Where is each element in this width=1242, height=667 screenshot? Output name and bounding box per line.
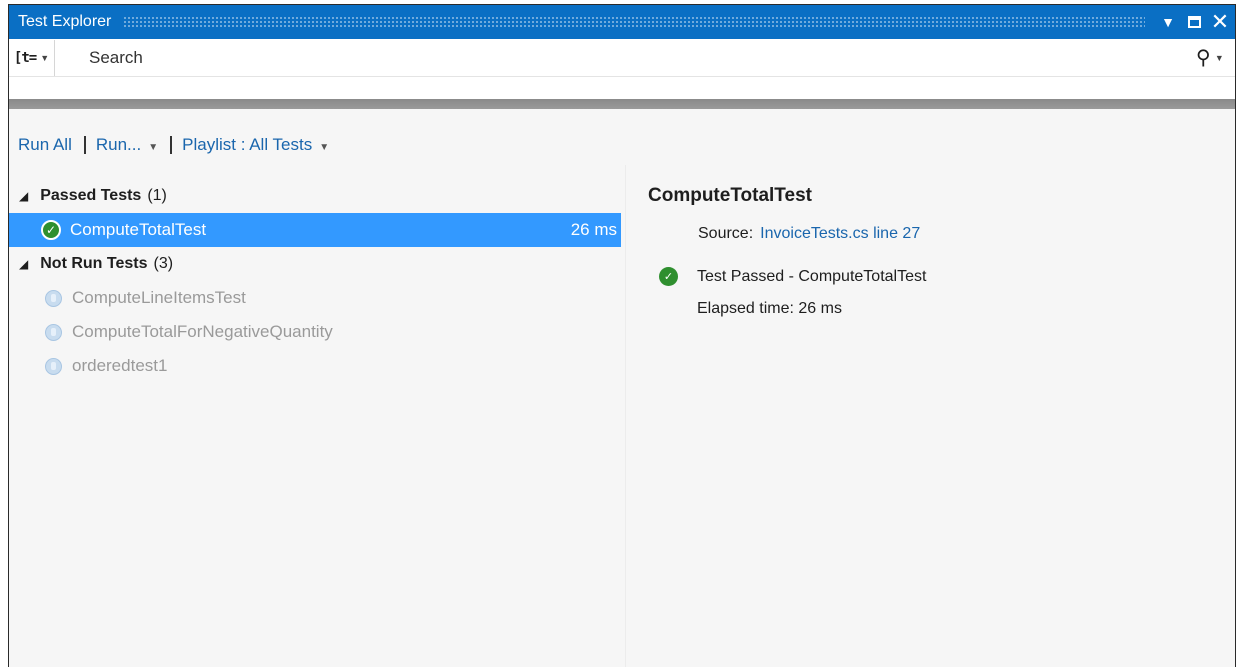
test-item-orderedtest1[interactable]: orderedtest1 <box>9 349 621 383</box>
title-bar[interactable]: Test Explorer ▼ ✕ <box>9 5 1235 39</box>
run-all-link[interactable]: Run All <box>18 135 72 155</box>
group-passed-tests[interactable]: ◢ Passed Tests (1) <box>9 179 621 213</box>
test-name: ComputeLineItemsTest <box>72 288 246 307</box>
content-area: Run All Run... ▼ Playlist : All Tests ▼ ◢ … <box>9 109 1235 667</box>
chevron-down-icon: ▼ <box>40 52 50 63</box>
not-run-test-icon <box>45 357 62 375</box>
playlist-menu[interactable]: Playlist : All Tests ▼ <box>182 135 329 155</box>
source-link[interactable]: InvoiceTests.cs line 27 <box>760 225 920 243</box>
test-name: ComputeTotalTest <box>70 220 207 239</box>
chevron-down-icon: ▼ <box>148 142 159 153</box>
detail-title: ComputeTotalTest <box>648 185 812 206</box>
close-icon[interactable]: ✕ <box>1207 8 1233 36</box>
separator-band <box>9 99 1235 109</box>
search-button[interactable]: ⚲ ▼ <box>1185 40 1235 76</box>
group-not-run-tests[interactable]: ◢ Not Run Tests (3) <box>9 247 621 281</box>
window-title: Test Explorer <box>18 13 112 30</box>
run-menu-label: Run... <box>95 135 142 154</box>
result-text: Test Passed - ComputeTotalTest <box>697 267 927 285</box>
group-label: Not Run Tests <box>40 255 148 272</box>
passed-check-icon: ✓ <box>659 267 678 286</box>
passed-check-icon: ✓ <box>41 220 61 240</box>
result-row: ✓ Test Passed - ComputeTotalTest <box>659 267 1207 286</box>
search-bar: [t= ▼ ⚲ ▼ <box>9 39 1235 77</box>
not-run-test-icon <box>45 323 62 341</box>
test-name: orderedtest1 <box>72 356 168 375</box>
group-count: (1) <box>147 187 167 204</box>
chevron-down-icon: ▼ <box>319 142 330 153</box>
not-run-test-icon <box>45 289 62 307</box>
run-menu[interactable]: Run... ▼ <box>96 135 158 155</box>
title-grip[interactable] <box>123 16 1145 28</box>
group-label: Passed Tests <box>40 187 142 204</box>
source-label: Source: <box>698 225 754 242</box>
test-detail-pane: ComputeTotalTest Source: InvoiceTests.cs… <box>647 179 1207 318</box>
toolbar-separator <box>83 136 86 154</box>
group-by-icon: [t= <box>13 49 37 66</box>
expanded-triangle-icon[interactable]: ◢ <box>19 189 28 203</box>
test-item-compute-total-test[interactable]: ✓ ComputeTotalTest 26 ms <box>9 213 621 247</box>
test-item-compute-line-items-test[interactable]: ComputeLineItemsTest <box>9 281 621 315</box>
test-item-compute-total-for-negative-quantity[interactable]: ComputeTotalForNegativeQuantity <box>9 315 621 349</box>
test-explorer-window: Test Explorer ▼ ✕ [t= ▼ ⚲ ▼ Run All Run.… <box>8 4 1236 667</box>
dropdown-triangle-icon[interactable]: ▼ <box>1155 8 1181 36</box>
expanded-triangle-icon[interactable]: ◢ <box>19 257 28 271</box>
group-by-button[interactable]: [t= ▼ <box>9 39 55 76</box>
group-count: (3) <box>153 255 174 272</box>
search-input[interactable] <box>55 40 1185 75</box>
chevron-down-icon: ▼ <box>1214 52 1224 63</box>
pane-divider[interactable] <box>625 165 626 667</box>
playlist-label: Playlist : All Tests <box>182 135 313 154</box>
elapsed-time: Elapsed time: 26 ms <box>697 300 842 317</box>
search-icon: ⚲ <box>1196 47 1211 69</box>
source-row: Source: InvoiceTests.cs line 27 <box>698 225 1207 243</box>
test-duration: 26 ms <box>570 220 617 239</box>
toolbar-separator <box>170 136 173 154</box>
test-tree: ◢ Passed Tests (1) ✓ ComputeTotalTest 26… <box>9 179 621 383</box>
restore-icon[interactable] <box>1181 8 1207 36</box>
test-name: ComputeTotalForNegativeQuantity <box>72 322 333 341</box>
test-toolbar: Run All Run... ▼ Playlist : All Tests ▼ <box>18 135 329 155</box>
